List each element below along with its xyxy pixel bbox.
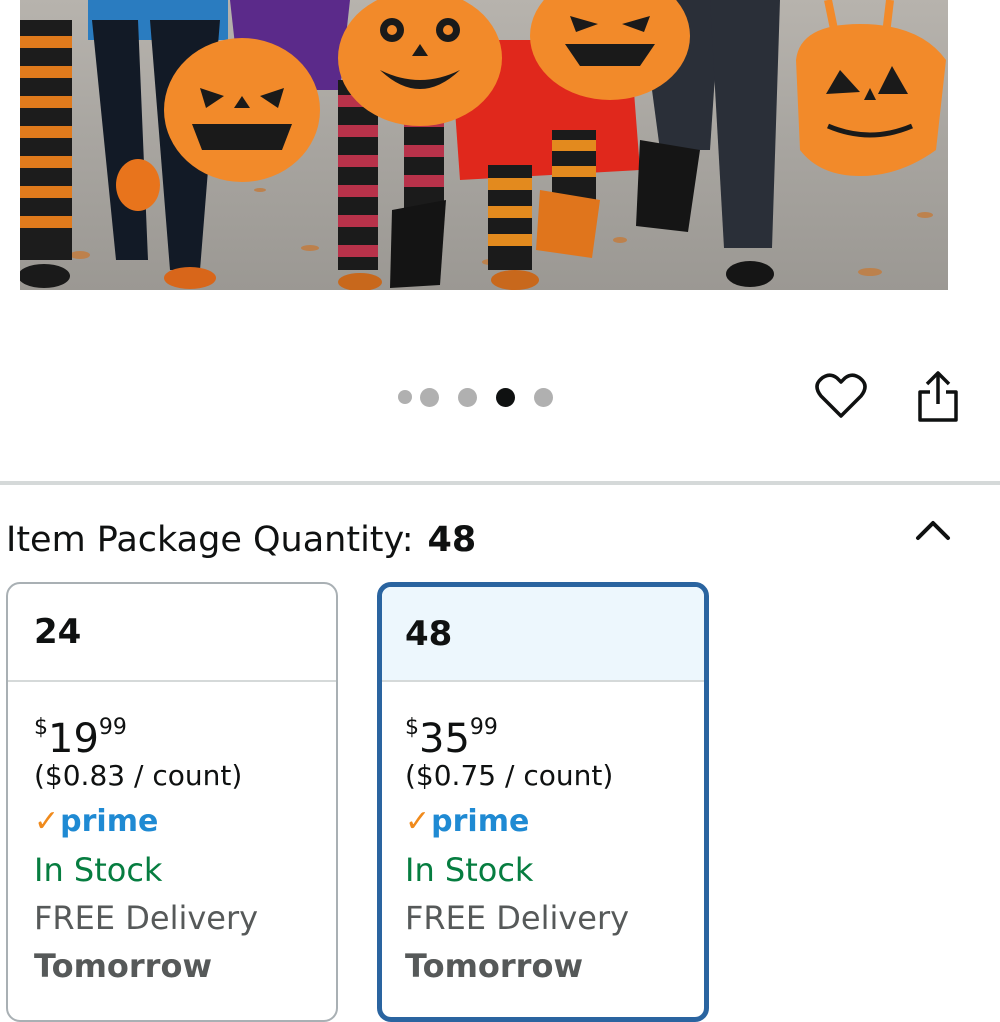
carousel-dot[interactable] — [458, 387, 477, 407]
prime-badge: ✓prime — [34, 798, 336, 846]
quantity-selected-value: 48 — [427, 520, 477, 560]
heart-icon — [815, 373, 867, 418]
collapse-quantity-button[interactable] — [912, 512, 954, 546]
unit-price: ($0.75 / count) — [405, 759, 614, 792]
carousel-dot[interactable] — [398, 390, 412, 404]
option-count: 24 — [8, 584, 336, 682]
delivery-info: FREE Delivery — [34, 899, 259, 937]
prime-label: prime — [60, 804, 159, 839]
checkmark-icon: ✓ — [405, 804, 431, 839]
delivery-date: Tomorrow — [34, 947, 212, 985]
price-fraction: 99 — [469, 715, 498, 740]
carousel-dot[interactable] — [534, 387, 553, 407]
halloween-kids-illustration — [20, 0, 946, 290]
delivery-date: Tomorrow — [405, 947, 583, 985]
option-price: $3599 — [405, 704, 704, 762]
share-button[interactable] — [914, 370, 962, 424]
unit-price: ($0.83 / count) — [34, 759, 243, 792]
add-to-wishlist-button[interactable] — [815, 372, 867, 420]
quantity-option-24[interactable]: 24 $1999 ($0.83 / count) ✓prime In Stock… — [6, 582, 338, 1022]
prime-label: prime — [431, 804, 530, 839]
price-currency: $ — [405, 715, 419, 740]
pumpkin-bag — [796, 0, 946, 176]
checkmark-icon: ✓ — [34, 804, 60, 839]
stock-status: In Stock — [405, 851, 534, 889]
price-currency: $ — [34, 715, 48, 740]
quantity-label: Item Package Quantity: — [6, 520, 414, 560]
item-package-quantity-header[interactable]: Item Package Quantity: 48 — [6, 518, 476, 562]
quantity-option-48-selected[interactable]: 48 $3599 ($0.75 / count) ✓prime In Stock… — [377, 582, 709, 1022]
chevron-up-icon — [916, 521, 950, 540]
option-count: 48 — [382, 587, 704, 682]
delivery-info: FREE Delivery — [405, 899, 630, 937]
share-icon — [918, 371, 958, 422]
product-image[interactable] — [20, 0, 948, 290]
prime-badge: ✓prime — [405, 798, 704, 846]
pumpkin-bag — [164, 38, 320, 182]
option-price: $1999 — [34, 704, 336, 762]
carousel-dot-active[interactable] — [496, 387, 515, 407]
stock-status: In Stock — [34, 851, 163, 889]
image-carousel-dots — [398, 386, 572, 408]
price-fraction: 99 — [98, 715, 127, 740]
section-divider — [0, 481, 1000, 485]
carousel-dot[interactable] — [420, 387, 439, 407]
